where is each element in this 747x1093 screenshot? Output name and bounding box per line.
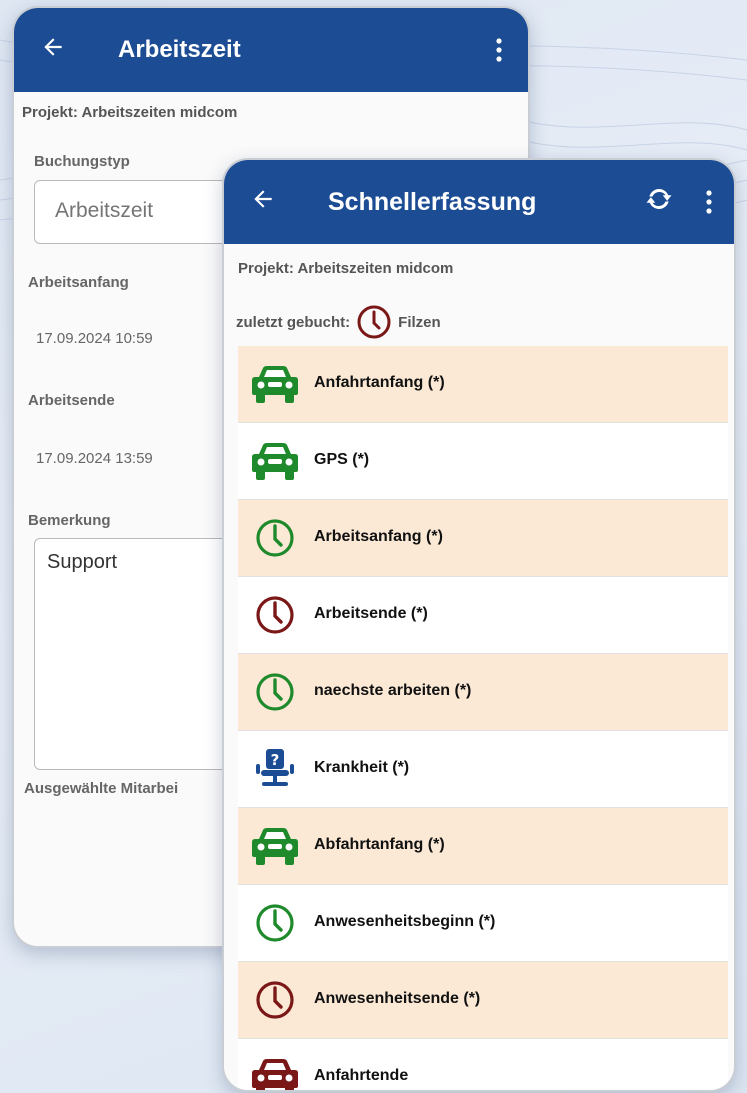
- clock-icon: [256, 904, 294, 942]
- clock-icon: [256, 596, 294, 634]
- list-item[interactable]: Anwesenheitsbeginn (*): [238, 885, 728, 962]
- schnellerfassung-screen: Schnellerfassung Projekt: Arbeitszeiten …: [222, 158, 736, 1092]
- start-label: Arbeitsanfang: [28, 274, 129, 291]
- end-label: Arbeitsende: [28, 392, 115, 409]
- list-item-label: GPS (*): [314, 451, 370, 468]
- list-item-label: Anwesenheitsende (*): [314, 990, 481, 1007]
- clock-icon: [357, 305, 391, 339]
- last-booked-label: zuletzt gebucht:: [236, 313, 351, 331]
- top-app-bar: Arbeitszeit: [14, 8, 528, 92]
- car-icon: [252, 366, 298, 403]
- car-icon: [252, 1059, 298, 1090]
- clock-icon: [256, 673, 294, 711]
- back-arrow-icon[interactable]: [250, 186, 276, 212]
- clock-icon: [256, 519, 294, 557]
- booking-type-label: Buchungstyp: [34, 153, 130, 170]
- back-arrow-icon[interactable]: [40, 34, 66, 60]
- list-item[interactable]: Anfahrtende: [238, 1039, 728, 1090]
- list-item-label: Anfahrtende: [314, 1067, 409, 1084]
- end-value[interactable]: 17.09.2024 13:59: [36, 450, 153, 467]
- list-item[interactable]: Anfahrtanfang (*): [238, 346, 728, 423]
- list-item-label: Krankheit (*): [314, 759, 410, 776]
- list-item-label: Arbeitsende (*): [314, 605, 428, 622]
- clock-icon: [256, 981, 294, 1019]
- list-item[interactable]: ? Krankheit (*): [238, 731, 728, 808]
- list-item[interactable]: Arbeitsende (*): [238, 577, 728, 654]
- sick-chair-icon: ?: [256, 749, 294, 786]
- list-item-label: Anwesenheitsbeginn (*): [314, 913, 496, 930]
- note-label: Bemerkung: [28, 512, 111, 529]
- screen-title: Schnellerfassung: [328, 188, 537, 216]
- list-item[interactable]: Anwesenheitsende (*): [238, 962, 728, 1039]
- note-value: Support: [47, 551, 118, 573]
- list-item[interactable]: Abfahrtanfang (*): [238, 808, 728, 885]
- project-label: Projekt: Arbeitszeiten midcom: [22, 104, 238, 121]
- start-value[interactable]: 17.09.2024 10:59: [36, 330, 153, 347]
- list-item-label: Arbeitsanfang (*): [314, 528, 443, 545]
- refresh-icon[interactable]: [644, 184, 674, 214]
- list-item-label: naechste arbeiten (*): [314, 682, 472, 699]
- screen-title: Arbeitszeit: [118, 36, 241, 63]
- car-icon: [252, 443, 298, 480]
- top-app-bar: Schnellerfassung: [224, 160, 734, 244]
- project-label: Projekt: Arbeitszeiten midcom: [238, 260, 454, 277]
- list-item-label: Anfahrtanfang (*): [314, 374, 445, 391]
- car-icon: [252, 828, 298, 865]
- list-item[interactable]: Arbeitsanfang (*): [238, 500, 728, 577]
- list-item-label: Abfahrtanfang (*): [314, 836, 445, 853]
- booking-type-value: Arbeitszeit: [55, 199, 154, 222]
- list-item[interactable]: GPS (*): [238, 423, 728, 500]
- svg-text:?: ?: [271, 751, 280, 769]
- employees-label: Ausgewählte Mitarbei: [24, 780, 179, 797]
- last-booked-value: Filzen: [398, 313, 441, 331]
- more-vert-icon[interactable]: [706, 190, 712, 214]
- list-item[interactable]: naechste arbeiten (*): [238, 654, 728, 731]
- more-vert-icon[interactable]: [496, 38, 502, 62]
- quick-booking-list: Anfahrtanfang (*) GPS (*) Arbeitsanfang …: [238, 346, 728, 1090]
- last-booked-row: zuletzt gebucht: Filzen: [236, 302, 441, 342]
